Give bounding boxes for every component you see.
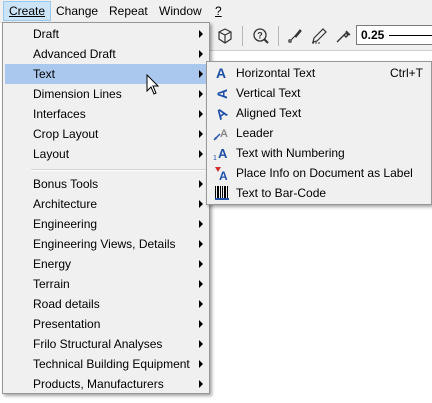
submenu-arrow-icon (199, 320, 203, 328)
menu-item-road-details[interactable]: Road details (5, 294, 207, 314)
menubar: Create Change Repeat Window ? (0, 0, 432, 23)
menu-item-dimension-lines[interactable]: Dimension Lines (5, 84, 207, 104)
submenu-arrow-icon (199, 50, 203, 58)
svg-text:A: A (214, 89, 230, 99)
submenu-arrow-icon (199, 240, 203, 248)
menu-help[interactable]: ? (210, 2, 227, 20)
svg-text:?: ? (257, 31, 263, 41)
submenu-arrow-icon (199, 260, 203, 268)
barcode-icon (213, 185, 231, 201)
submenu-arrow-icon (199, 110, 203, 118)
eyedropper-icon[interactable] (332, 25, 354, 47)
menu-item-advanced-draft[interactable]: Advanced Draft (5, 44, 207, 64)
submenu-item-text-to-barcode[interactable]: Text to Bar-Code (209, 183, 429, 203)
menu-item-text[interactable]: Text (5, 64, 207, 84)
menu-item-interfaces[interactable]: Interfaces (5, 104, 207, 124)
mouse-cursor-icon (146, 73, 160, 99)
svg-text:A: A (218, 146, 228, 161)
submenu-arrow-icon (199, 150, 203, 158)
menu-item-terrain[interactable]: Terrain (5, 274, 207, 294)
submenu-arrow-icon (199, 70, 203, 78)
pencil-icon[interactable] (308, 25, 330, 47)
help-query-icon[interactable]: ? (250, 25, 272, 47)
menu-item-bonus-tools[interactable]: Bonus Tools (5, 174, 207, 194)
submenu-arrow-icon (199, 180, 203, 188)
3d-view-icon[interactable] (214, 25, 236, 47)
svg-text:A: A (216, 65, 226, 81)
submenu-arrow-icon (199, 360, 203, 368)
submenu-item-horizontal-text[interactable]: A Horizontal Text Ctrl+T (209, 63, 429, 83)
menu-window[interactable]: Window (154, 2, 207, 20)
menu-repeat[interactable]: Repeat (104, 2, 153, 20)
create-menu: Draft Advanced Draft Text Dimension Line… (2, 22, 210, 394)
svg-text:1: 1 (213, 155, 217, 161)
toolbar-separator (242, 26, 243, 46)
submenu-arrow-icon (199, 200, 203, 208)
menu-item-frilo[interactable]: Frilo Structural Analyses (5, 334, 207, 354)
line-weight-preview (389, 35, 432, 36)
line-weight-field[interactable]: 0.25 (356, 25, 432, 45)
menu-change[interactable]: Change (51, 2, 103, 20)
submenu-arrow-icon (199, 300, 203, 308)
svg-text:A: A (219, 169, 228, 181)
menu-item-draft[interactable]: Draft (5, 24, 207, 44)
toolbar: ? 0.25 (206, 22, 432, 51)
menu-item-layout[interactable]: Layout (5, 144, 207, 164)
submenu-arrow-icon (199, 340, 203, 348)
text-submenu: A Horizontal Text Ctrl+T A Vertical Text… (206, 61, 432, 205)
submenu-arrow-icon (199, 30, 203, 38)
submenu-arrow-icon (199, 380, 203, 388)
horizontal-text-icon: A (213, 65, 231, 81)
vertical-text-icon: A (213, 85, 231, 101)
submenu-item-text-numbering[interactable]: 1A Text with Numbering (209, 143, 429, 163)
submenu-item-leader[interactable]: A Leader (209, 123, 429, 143)
menu-item-engineering[interactable]: Engineering (5, 214, 207, 234)
menu-separator (31, 169, 207, 171)
place-info-label-icon: A (213, 165, 231, 181)
brush-icon[interactable] (284, 25, 306, 47)
menu-item-products-manufacturers[interactable]: Products, Manufacturers (5, 374, 207, 394)
menu-item-presentation[interactable]: Presentation (5, 314, 207, 334)
submenu-arrow-icon (199, 130, 203, 138)
aligned-text-icon: A (213, 105, 231, 121)
submenu-item-vertical-text[interactable]: A Vertical Text (209, 83, 429, 103)
menu-item-crop-layout[interactable]: Crop Layout (5, 124, 207, 144)
svg-text:A: A (220, 128, 228, 140)
toolbar-separator (278, 26, 279, 46)
leader-icon: A (213, 125, 231, 141)
submenu-arrow-icon (199, 90, 203, 98)
menu-item-engineering-views[interactable]: Engineering Views, Details (5, 234, 207, 254)
submenu-item-place-info-label[interactable]: A Place Info on Document as Label (209, 163, 429, 183)
submenu-arrow-icon (199, 280, 203, 288)
menu-item-energy[interactable]: Energy (5, 254, 207, 274)
text-numbering-icon: 1A (213, 145, 231, 161)
menu-create[interactable]: Create (3, 1, 52, 21)
submenu-arrow-icon (199, 220, 203, 228)
submenu-item-aligned-text[interactable]: A Aligned Text (209, 103, 429, 123)
menu-item-technical-building-equipment[interactable]: Technical Building Equipment (5, 354, 207, 374)
menu-item-architecture[interactable]: Architecture (5, 194, 207, 214)
svg-text:A: A (214, 105, 230, 121)
